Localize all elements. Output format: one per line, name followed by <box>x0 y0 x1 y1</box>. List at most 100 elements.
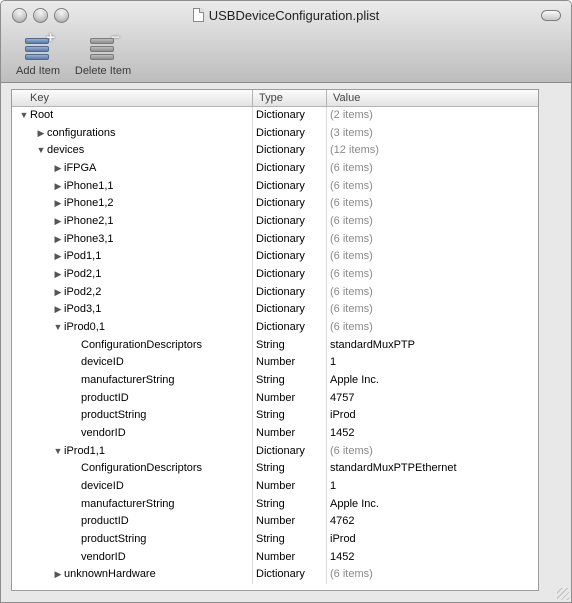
outline-row[interactable]: ▶manufacturerStringStringApple Inc. <box>12 495 538 514</box>
disclosure-closed-icon[interactable]: ▶ <box>52 566 64 584</box>
row-key-cell[interactable]: ▶deviceID <box>12 478 252 496</box>
row-type-cell[interactable]: String <box>252 531 326 549</box>
row-value-cell[interactable]: 1452 <box>326 548 538 567</box>
row-value-cell[interactable]: 4757 <box>326 389 538 408</box>
outline-row[interactable]: ▼ devices Dictionary (12 items) <box>12 142 538 161</box>
disclosure-closed-icon[interactable]: ▶ <box>52 266 64 284</box>
outline-row[interactable]: ▶ unknownHardware Dictionary (6 items) <box>12 566 538 585</box>
row-key-cell[interactable]: ▶manufacturerString <box>12 496 252 514</box>
row-value-cell[interactable]: (6 items) <box>326 283 538 302</box>
row-value-cell[interactable]: (2 items) <box>326 107 538 125</box>
outline-row[interactable]: ▼ iProd1,1 Dictionary (6 items) <box>12 442 538 461</box>
outline-row[interactable]: ▶deviceIDNumber1 <box>12 478 538 496</box>
row-type-cell[interactable]: Number <box>252 478 326 496</box>
row-value-cell[interactable]: (6 items) <box>326 213 538 231</box>
row-value-cell[interactable]: (6 items) <box>326 195 538 214</box>
column-header-value[interactable]: Value <box>326 90 538 107</box>
row-value-cell[interactable]: (6 items) <box>326 160 538 178</box>
outline-row[interactable]: ▶manufacturerStringStringApple Inc. <box>12 372 538 390</box>
row-key-cell[interactable]: ▶ConfigurationDescriptors <box>12 460 252 478</box>
plist-outline-view[interactable]: Key Type Value ▼ Root Dictionary (2 items) ▶… <box>11 89 539 591</box>
row-key-cell[interactable]: ▶ iPhone2,1 <box>12 213 252 231</box>
row-key-cell[interactable]: ▼ iProd1,1 <box>12 443 252 461</box>
row-key-cell[interactable]: ▶ iPod3,1 <box>12 301 252 319</box>
row-key-cell[interactable]: ▶ iPod2,2 <box>12 284 252 302</box>
row-value-cell[interactable]: 1 <box>326 478 538 496</box>
disclosure-closed-icon[interactable]: ▶ <box>52 301 64 319</box>
row-type-cell[interactable]: Dictionary <box>252 230 326 249</box>
row-value-cell[interactable]: (6 items) <box>326 566 538 585</box>
row-key-cell[interactable]: ▶ iPhone1,2 <box>12 195 252 213</box>
disclosure-open-icon[interactable]: ▼ <box>18 107 30 125</box>
row-value-cell[interactable]: 4762 <box>326 513 538 532</box>
row-key-cell[interactable]: ▶ iPod1,1 <box>12 248 252 266</box>
row-key-cell[interactable]: ▶ iPhone3,1 <box>12 231 252 249</box>
row-type-cell[interactable]: Dictionary <box>252 124 326 143</box>
row-type-cell[interactable]: String <box>252 460 326 479</box>
disclosure-closed-icon[interactable]: ▶ <box>52 284 64 302</box>
outline-row[interactable]: ▶deviceIDNumber1 <box>12 354 538 373</box>
row-key-cell[interactable]: ▶ iFPGA <box>12 160 252 178</box>
row-key-cell[interactable]: ▶vendorID <box>12 425 252 443</box>
disclosure-closed-icon[interactable]: ▶ <box>52 160 64 178</box>
outline-row[interactable]: ▶productStringStringiProd <box>12 531 538 549</box>
row-value-cell[interactable]: iProd <box>326 407 538 426</box>
outline-row[interactable]: ▶ iPod1,1 Dictionary (6 items) <box>12 248 538 267</box>
row-type-cell[interactable]: Dictionary <box>252 142 326 161</box>
row-key-cell[interactable]: ▶ configurations <box>12 125 252 143</box>
outline-row[interactable]: ▶vendorIDNumber1452 <box>12 425 538 443</box>
outline-row[interactable]: ▼ iProd0,1 Dictionary (6 items) <box>12 319 538 337</box>
row-key-cell[interactable]: ▶productID <box>12 513 252 531</box>
row-value-cell[interactable]: 1 <box>326 354 538 373</box>
disclosure-closed-icon[interactable]: ▶ <box>52 178 64 196</box>
column-header-key[interactable]: Key <box>12 90 252 107</box>
outline-row[interactable]: ▶vendorIDNumber1452 <box>12 548 538 567</box>
row-type-cell[interactable]: Number <box>252 389 326 408</box>
disclosure-closed-icon[interactable]: ▶ <box>52 231 64 249</box>
row-value-cell[interactable]: (6 items) <box>326 266 538 284</box>
row-type-cell[interactable]: String <box>252 495 326 514</box>
outline-row[interactable]: ▶productIDNumber4762 <box>12 513 538 532</box>
row-value-cell[interactable]: Apple Inc. <box>326 372 538 390</box>
disclosure-open-icon[interactable]: ▼ <box>52 443 64 461</box>
row-type-cell[interactable]: Number <box>252 513 326 532</box>
row-type-cell[interactable]: Dictionary <box>252 213 326 231</box>
row-type-cell[interactable]: String <box>252 336 326 355</box>
row-key-cell[interactable]: ▶productID <box>12 390 252 408</box>
delete-item-button[interactable]: − Delete Item <box>71 30 135 77</box>
row-value-cell[interactable]: (3 items) <box>326 124 538 143</box>
outline-row[interactable]: ▶ConfigurationDescriptorsStringstandardM… <box>12 336 538 355</box>
row-value-cell[interactable]: (6 items) <box>326 301 538 320</box>
row-key-cell[interactable]: ▼ Root <box>12 107 252 125</box>
row-type-cell[interactable]: Dictionary <box>252 442 326 461</box>
outline-row[interactable]: ▶ iPhone1,1 Dictionary (6 items) <box>12 177 538 196</box>
row-type-cell[interactable]: Number <box>252 354 326 373</box>
row-value-cell[interactable]: (6 items) <box>326 230 538 249</box>
row-key-cell[interactable]: ▶productString <box>12 407 252 425</box>
row-value-cell[interactable]: standardMuxPTPEthernet <box>326 460 538 479</box>
row-value-cell[interactable]: 1452 <box>326 425 538 443</box>
row-type-cell[interactable]: String <box>252 372 326 390</box>
row-type-cell[interactable]: String <box>252 407 326 426</box>
row-type-cell[interactable]: Dictionary <box>252 195 326 214</box>
outline-row[interactable]: ▶ iPod2,1 Dictionary (6 items) <box>12 266 538 284</box>
row-type-cell[interactable]: Dictionary <box>252 319 326 337</box>
row-type-cell[interactable]: Dictionary <box>252 160 326 178</box>
row-value-cell[interactable]: (6 items) <box>326 248 538 267</box>
row-type-cell[interactable]: Dictionary <box>252 177 326 196</box>
row-key-cell[interactable]: ▶ iPod2,1 <box>12 266 252 284</box>
column-header-type[interactable]: Type <box>252 90 326 107</box>
add-item-button[interactable]: + Add Item <box>13 30 63 77</box>
disclosure-closed-icon[interactable]: ▶ <box>52 195 64 213</box>
row-value-cell[interactable]: (6 items) <box>326 319 538 337</box>
row-key-cell[interactable]: ▶productString <box>12 531 252 549</box>
outline-row[interactable]: ▶ iFPGA Dictionary (6 items) <box>12 160 538 178</box>
outline-row[interactable]: ▶ iPhone1,2 Dictionary (6 items) <box>12 195 538 214</box>
outline-row[interactable]: ▶ConfigurationDescriptorsStringstandardM… <box>12 460 538 479</box>
disclosure-open-icon[interactable]: ▼ <box>52 319 64 337</box>
row-value-cell[interactable]: iProd <box>326 531 538 549</box>
disclosure-open-icon[interactable]: ▼ <box>35 142 47 160</box>
row-key-cell[interactable]: ▶ unknownHardware <box>12 566 252 584</box>
window-resize-grip[interactable] <box>557 588 569 600</box>
row-key-cell[interactable]: ▶ConfigurationDescriptors <box>12 337 252 355</box>
